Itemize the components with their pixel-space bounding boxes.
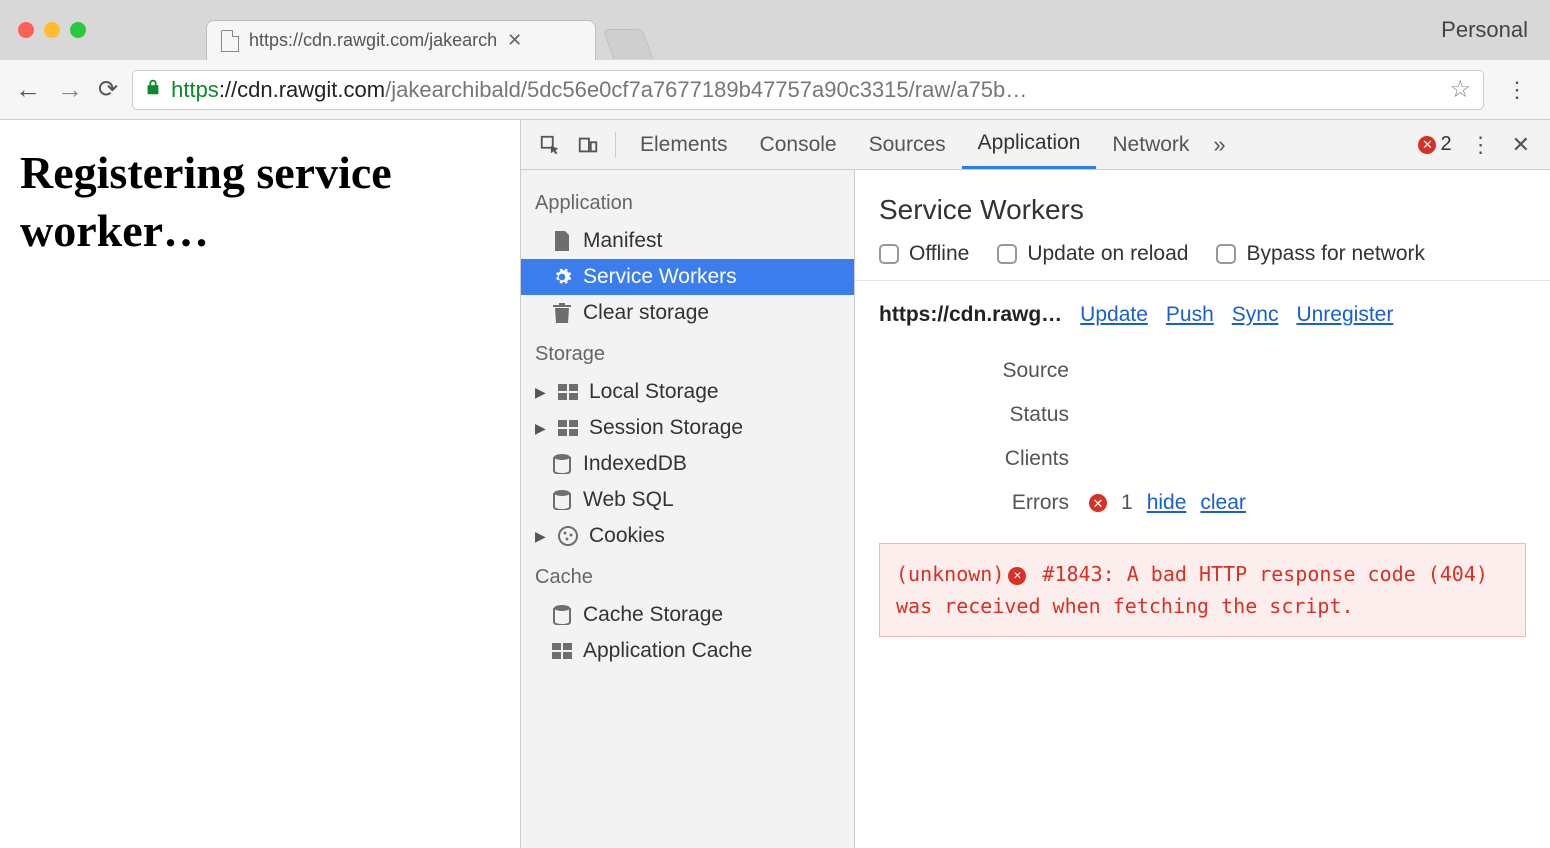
chrome-menu-button[interactable]: ⋮ — [1498, 77, 1536, 103]
tab-network[interactable]: Network — [1096, 120, 1205, 169]
row-label-errors: Errors — [879, 491, 1089, 515]
caret-right-icon[interactable]: ▶ — [535, 384, 547, 401]
sidebar-label: Session Storage — [589, 416, 743, 440]
error-icon: ✕ — [1418, 136, 1436, 154]
profile-label[interactable]: Personal — [1441, 17, 1540, 43]
row-label-clients: Clients — [879, 447, 1089, 471]
sidebar-label: Manifest — [583, 229, 662, 253]
row-label-source: Source — [879, 359, 1089, 383]
database-icon — [551, 453, 573, 475]
url-scheme: https — [171, 77, 219, 102]
cookie-icon — [557, 525, 579, 547]
caret-right-icon[interactable]: ▶ — [535, 528, 547, 545]
sidebar-group-storage: Storage — [521, 331, 854, 374]
database-icon — [551, 604, 573, 626]
devtools-menu-icon[interactable]: ⋮ — [1460, 132, 1502, 158]
error-icon: ✕ — [1008, 567, 1026, 585]
grid-icon — [551, 640, 573, 662]
tab-close-icon[interactable]: ✕ — [507, 30, 522, 51]
sidebar-label: IndexedDB — [583, 452, 687, 476]
sidebar-label: Application Cache — [583, 639, 752, 663]
checkbox-update-on-reload[interactable]: Update on reload — [997, 242, 1188, 266]
error-message-box: (unknown)✕ #1843: A bad HTTP response co… — [879, 543, 1526, 637]
lock-icon — [145, 78, 161, 102]
devtools-close-icon[interactable]: ✕ — [1502, 132, 1540, 158]
grid-icon — [557, 417, 579, 439]
tab-sources[interactable]: Sources — [853, 120, 962, 169]
row-label-status: Status — [879, 403, 1089, 427]
sidebar-item-manifest[interactable]: Manifest — [521, 223, 854, 259]
sidebar-item-application-cache[interactable]: Application Cache — [521, 633, 854, 669]
tab-console[interactable]: Console — [744, 120, 853, 169]
browser-tab[interactable]: https://cdn.rawgit.com/jakearch ✕ — [206, 20, 596, 60]
new-tab-button[interactable] — [603, 29, 654, 59]
sidebar-item-websql[interactable]: Web SQL — [521, 482, 854, 518]
page-heading: Registering service worker… — [20, 144, 500, 259]
window-close-button[interactable] — [18, 22, 34, 38]
error-icon: ✕ — [1089, 494, 1107, 512]
gear-icon — [551, 266, 573, 288]
link-sync[interactable]: Sync — [1232, 303, 1279, 327]
sidebar-label: Web SQL — [583, 488, 674, 512]
tab-application[interactable]: Application — [962, 120, 1097, 169]
sidebar-item-local-storage[interactable]: ▶ Local Storage — [521, 374, 854, 410]
caret-right-icon[interactable]: ▶ — [535, 420, 547, 437]
window-zoom-button[interactable] — [70, 22, 86, 38]
link-clear-errors[interactable]: clear — [1200, 491, 1246, 515]
sidebar-item-session-storage[interactable]: ▶ Session Storage — [521, 410, 854, 446]
sidebar-label: Clear storage — [583, 301, 709, 325]
sidebar-group-cache: Cache — [521, 554, 854, 597]
link-push[interactable]: Push — [1166, 303, 1214, 327]
url-path: /jakearchibald/5dc56e0cf7a7677189b47757a… — [385, 77, 1027, 102]
document-icon — [551, 230, 573, 252]
more-tabs-icon[interactable]: » — [1205, 132, 1233, 158]
sidebar-group-application: Application — [521, 180, 854, 223]
link-hide-errors[interactable]: hide — [1147, 491, 1187, 515]
grid-icon — [557, 381, 579, 403]
reload-button[interactable]: ⟳ — [98, 75, 118, 104]
sidebar-item-cache-storage[interactable]: Cache Storage — [521, 597, 854, 633]
inspect-element-icon[interactable] — [535, 130, 565, 160]
tab-title: https://cdn.rawgit.com/jakearch — [249, 30, 497, 51]
error-counter[interactable]: ✕ 2 — [1418, 133, 1451, 156]
database-icon — [551, 489, 573, 511]
forward-button[interactable]: → — [56, 74, 84, 105]
sidebar-item-cookies[interactable]: ▶ Cookies — [521, 518, 854, 554]
trash-icon — [551, 302, 573, 324]
tab-elements[interactable]: Elements — [624, 120, 744, 169]
link-unregister[interactable]: Unregister — [1296, 303, 1393, 327]
error-count-value: 1 — [1121, 491, 1133, 515]
error-source: (unknown) — [896, 562, 1004, 586]
sw-origin: https://cdn.rawg… — [879, 303, 1062, 327]
sidebar-label: Service Workers — [583, 265, 737, 289]
sidebar-label: Local Storage — [589, 380, 719, 404]
panel-title: Service Workers — [855, 170, 1550, 242]
checkbox-offline[interactable]: Offline — [879, 242, 969, 266]
url-text: https://cdn.rawgit.com/jakearchibald/5dc… — [171, 77, 1027, 103]
page-content: Registering service worker… — [0, 120, 520, 848]
device-toolbar-icon[interactable] — [573, 130, 603, 160]
window-minimize-button[interactable] — [44, 22, 60, 38]
sidebar-item-service-workers[interactable]: Service Workers — [521, 259, 854, 295]
page-icon — [221, 30, 239, 52]
checkbox-bypass-for-network[interactable]: Bypass for network — [1216, 242, 1425, 266]
address-bar[interactable]: https://cdn.rawgit.com/jakearchibald/5dc… — [132, 70, 1484, 110]
sidebar-item-clear-storage[interactable]: Clear storage — [521, 295, 854, 331]
separator — [615, 132, 616, 158]
error-count: 2 — [1440, 133, 1451, 156]
back-button[interactable]: ← — [14, 74, 42, 105]
sidebar-label: Cookies — [589, 524, 665, 548]
bookmark-star-icon[interactable]: ☆ — [1449, 75, 1471, 104]
sidebar-item-indexeddb[interactable]: IndexedDB — [521, 446, 854, 482]
link-update[interactable]: Update — [1080, 303, 1148, 327]
sidebar-label: Cache Storage — [583, 603, 723, 627]
url-host: ://cdn.rawgit.com — [219, 77, 385, 102]
